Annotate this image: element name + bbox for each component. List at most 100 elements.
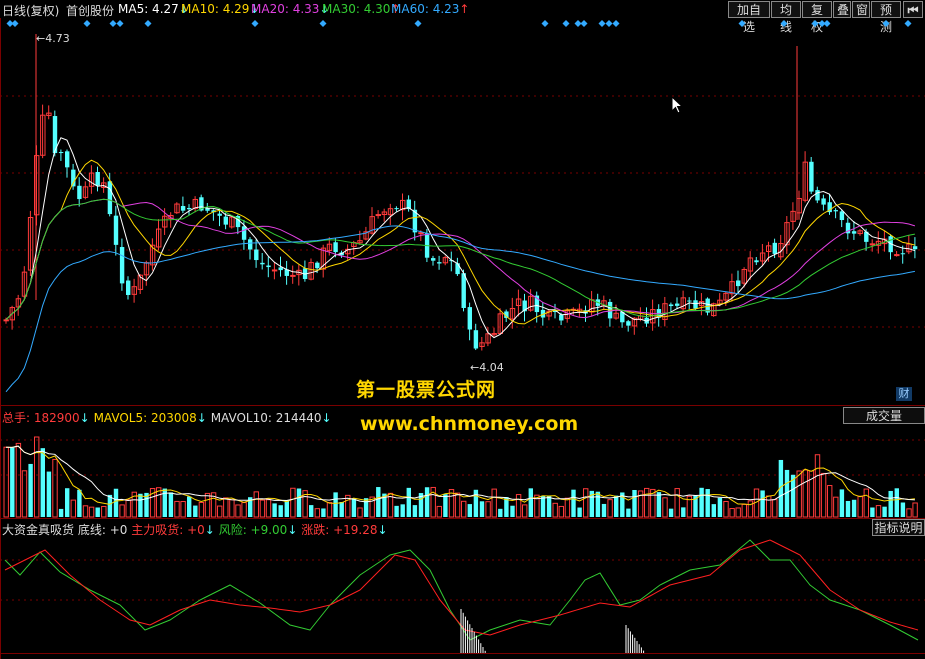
candle (461, 273, 466, 308)
indicator-help-button[interactable]: 指标说明 (872, 519, 925, 536)
volume-bar (138, 493, 143, 517)
volume-bar (814, 454, 821, 518)
candle (333, 242, 338, 253)
volume-bar (741, 503, 747, 518)
volume-bar (510, 505, 515, 517)
candle (869, 243, 876, 246)
volume-bar (101, 505, 107, 518)
volume-bar (577, 507, 582, 517)
volume-bar (717, 497, 723, 517)
volume-bar (400, 504, 405, 517)
volume-bar (485, 501, 491, 518)
volume-bar (454, 492, 461, 518)
volume-bar (326, 502, 333, 518)
watermark-url: www.chnmoney.com (360, 413, 579, 435)
volume-bar (339, 502, 344, 517)
signal-diamond-icon (574, 20, 582, 27)
candle (187, 207, 192, 210)
volume-bar (95, 507, 100, 517)
candle (809, 161, 814, 192)
signal-diamond-icon (562, 20, 570, 27)
candle (833, 210, 838, 212)
volume-bar (845, 500, 851, 517)
candle (431, 258, 436, 261)
volume-bar (528, 488, 533, 517)
volume-bar (735, 507, 741, 518)
volume-bar (3, 446, 9, 518)
volume-bar (357, 507, 363, 518)
candle (375, 214, 382, 217)
volume-bar (870, 507, 875, 517)
volume-bar (290, 487, 296, 518)
price-high-marker: ←4.73 (36, 32, 70, 45)
volume-bar (632, 489, 637, 517)
volume-bar (436, 505, 443, 518)
candle (266, 265, 271, 268)
candle (668, 304, 674, 307)
price-low-marker: ←4.04 (470, 361, 504, 374)
candle (437, 262, 442, 264)
signal-diamond-icon (882, 20, 890, 27)
finance-badge[interactable]: 财 (896, 387, 912, 401)
volume-bar (656, 492, 662, 517)
volume-bar (278, 505, 283, 517)
ma30-line (5, 198, 915, 321)
ma10-line (5, 159, 916, 325)
volume-bar (662, 497, 668, 518)
volume-bar (912, 502, 918, 518)
volume-bar (406, 487, 411, 517)
candle (772, 242, 777, 254)
candle (65, 151, 70, 168)
candle (119, 247, 125, 284)
volume-bar (40, 448, 45, 517)
volume-bar (333, 492, 338, 517)
volume-bar (235, 504, 241, 518)
candle (113, 215, 119, 245)
volume-bar (796, 470, 802, 518)
volume-bar (644, 487, 650, 518)
volume-bar (705, 489, 710, 517)
candle (271, 269, 278, 272)
volume-bar (52, 458, 58, 518)
candle (754, 260, 759, 263)
candle (900, 253, 906, 255)
candle (58, 152, 64, 154)
candle (418, 232, 424, 235)
volume-bar (125, 499, 131, 518)
candle (254, 249, 259, 261)
volume-bar (351, 498, 357, 517)
volume-bar (187, 496, 192, 517)
volume-bar (863, 488, 869, 518)
mouse-cursor-icon (671, 96, 684, 114)
volume-bar (284, 499, 289, 517)
candle (559, 314, 564, 321)
volume-bar (253, 491, 260, 518)
kline-chart[interactable] (0, 0, 925, 659)
volume-bar (217, 505, 223, 518)
volume-bar (614, 495, 619, 517)
candle (95, 172, 100, 186)
volume-bar (515, 494, 522, 518)
candle (126, 280, 131, 295)
signal-diamond-icon (823, 20, 831, 27)
volume-bar (77, 489, 82, 517)
candle (223, 216, 228, 225)
volume-bar (558, 505, 564, 518)
volume-bar (265, 499, 272, 518)
volume-bar (70, 499, 76, 518)
volume-bar (272, 503, 277, 517)
volume-bar (875, 505, 882, 518)
volume-bar (479, 501, 485, 517)
candle (626, 321, 631, 326)
volume-bar (204, 492, 211, 518)
volume-bar (674, 488, 680, 518)
volume-bar (522, 504, 528, 518)
volume-bar (552, 502, 558, 518)
volume-bar (46, 471, 52, 517)
candle (260, 262, 265, 265)
volume-button[interactable]: 成交量 (843, 407, 925, 424)
signal-diamond-icon (414, 20, 422, 27)
signal-diamond-icon (319, 20, 327, 27)
volume-bar (699, 487, 704, 517)
volume-bar (65, 488, 70, 517)
